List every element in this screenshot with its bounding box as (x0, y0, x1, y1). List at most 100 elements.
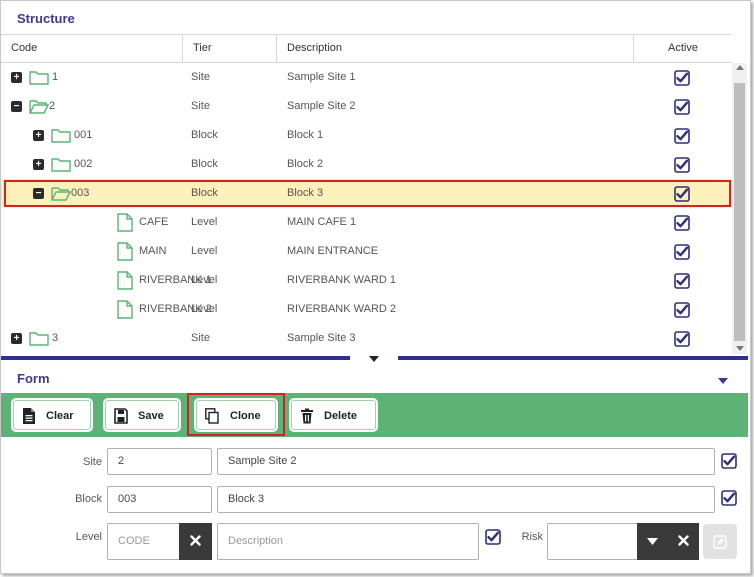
folder-open-icon (29, 100, 49, 114)
expand-icon[interactable]: + (11, 333, 22, 344)
clear-label: Clear (46, 410, 74, 422)
scrollbar-thumb[interactable] (734, 83, 745, 341)
row-code: 2 (49, 100, 56, 112)
tree-row[interactable]: +1 Site Sample Site 1 (1, 63, 732, 92)
block-description-field[interactable]: Block 3 (217, 486, 715, 513)
folder-icon (51, 158, 71, 172)
row-code: CAFE (139, 216, 169, 228)
column-header-code[interactable]: Code (1, 35, 183, 62)
scroll-up-icon[interactable] (736, 65, 744, 70)
tree-row[interactable]: − 003 Block Block 3 (1, 179, 732, 208)
site-label: Site (83, 456, 102, 468)
row-active-checkbox[interactable] (674, 302, 690, 318)
block-code-field[interactable]: 003 (107, 486, 212, 513)
site-description-field[interactable]: Sample Site 2 (217, 448, 715, 475)
expand-icon[interactable]: + (33, 159, 44, 170)
row-tier: Level (191, 216, 218, 228)
row-tier: Level (191, 245, 218, 257)
row-active-checkbox[interactable] (674, 244, 690, 260)
row-description: Sample Site 3 (287, 332, 356, 344)
level-code-clear-button[interactable] (179, 523, 212, 560)
block-active-checkbox[interactable] (721, 490, 737, 506)
tree-row[interactable]: − 2 Site Sample Site 2 (1, 92, 732, 121)
expand-icon[interactable]: + (33, 130, 44, 141)
row-tier: Site (191, 71, 210, 83)
level-label: Level (75, 531, 102, 543)
row-active-checkbox[interactable] (674, 215, 690, 231)
row-tier: Block (191, 158, 218, 170)
form-title: Form (17, 371, 50, 386)
scroll-down-icon[interactable] (736, 346, 744, 351)
row-description: Block 2 (287, 158, 324, 170)
tree-row[interactable]: +001 Block Block 1 (1, 121, 732, 150)
row-code: 1 (52, 71, 59, 83)
save-button[interactable]: Save (102, 397, 182, 433)
row-tier: Block (191, 187, 218, 199)
structure-tree-grid: Code Tier Description Active +1 Site Sampl… (1, 34, 748, 354)
tree-row[interactable]: +3 Site Sample Site 3 (1, 324, 732, 353)
row-active-checkbox[interactable] (674, 70, 690, 86)
row-description: Sample Site 2 (287, 100, 356, 112)
expand-icon[interactable]: + (11, 72, 22, 83)
row-active-checkbox[interactable] (674, 186, 690, 202)
trash-icon (301, 408, 313, 424)
floppy-disk-icon (114, 408, 128, 424)
file-icon (117, 300, 133, 319)
row-description: Sample Site 1 (287, 71, 356, 83)
site-active-checkbox[interactable] (721, 453, 737, 469)
close-icon (678, 535, 689, 546)
row-description: RIVERBANK WARD 2 (287, 303, 397, 315)
row-active-checkbox[interactable] (674, 99, 690, 115)
row-active-checkbox[interactable] (674, 128, 690, 144)
document-icon (23, 408, 35, 424)
form-toolbar: Clear Save Clone Delete (1, 393, 748, 437)
checkbox-checked-icon (674, 99, 690, 115)
row-tier: Site (191, 100, 210, 112)
checkbox-checked-icon (674, 215, 690, 231)
row-tier: Site (191, 332, 210, 344)
tree-row[interactable]: RIVERBANK 1 Level RIVERBANK WARD 1 (1, 266, 732, 295)
row-code: 003 (71, 187, 90, 199)
row-code: MAIN (139, 245, 167, 257)
row-active-checkbox[interactable] (674, 157, 690, 173)
splitter-arrow-icon[interactable] (369, 356, 379, 362)
column-header-description[interactable]: Description (277, 35, 634, 62)
collapse-form-icon[interactable] (718, 378, 728, 384)
checkbox-checked-icon (674, 331, 690, 347)
risk-label: Risk (521, 531, 543, 543)
vertical-scrollbar[interactable] (732, 63, 747, 354)
checkbox-checked-icon (674, 186, 690, 202)
level-description-field[interactable]: Description (217, 523, 479, 560)
row-tier: Level (191, 274, 218, 286)
row-active-checkbox[interactable] (674, 331, 690, 347)
collapse-icon[interactable]: − (33, 188, 44, 199)
risk-clear-button[interactable] (668, 523, 699, 560)
structure-title: Structure (17, 11, 75, 26)
row-code: 002 (74, 158, 93, 170)
tree-row[interactable]: +002 Block Block 2 (1, 150, 732, 179)
structure-form-window: Structure Code Tier Description Active +… (0, 0, 751, 574)
tree-row[interactable]: RIVERBANK 2 Level RIVERBANK WARD 2 (1, 295, 732, 324)
clear-button[interactable]: Clear (10, 397, 94, 433)
delete-button[interactable]: Delete (288, 397, 379, 433)
tree-row[interactable]: MAIN Level MAIN ENTRANCE (1, 237, 732, 266)
row-description: MAIN CAFE 1 (287, 216, 357, 228)
row-tier: Block (191, 129, 218, 141)
file-icon (117, 242, 133, 261)
tree-rows: +1 Site Sample Site 1 − 2 Site Sample Site 2 +0… (1, 63, 732, 353)
collapse-icon[interactable]: − (11, 101, 22, 112)
risk-dropdown-button[interactable] (637, 523, 668, 560)
folder-icon (29, 71, 49, 85)
row-active-checkbox[interactable] (674, 273, 690, 289)
checkbox-checked-icon (674, 70, 690, 86)
checkbox-checked-icon (674, 273, 690, 289)
column-header-active[interactable]: Active (634, 35, 732, 62)
site-code-field[interactable]: 2 (107, 448, 212, 475)
row-code: 001 (74, 129, 93, 141)
column-header-tier[interactable]: Tier (183, 35, 277, 62)
row-tier: Level (191, 303, 218, 315)
edit-risk-button[interactable] (703, 524, 737, 559)
checkbox-checked-icon (674, 128, 690, 144)
pencil-icon (713, 535, 727, 549)
tree-row[interactable]: CAFE Level MAIN CAFE 1 (1, 208, 732, 237)
